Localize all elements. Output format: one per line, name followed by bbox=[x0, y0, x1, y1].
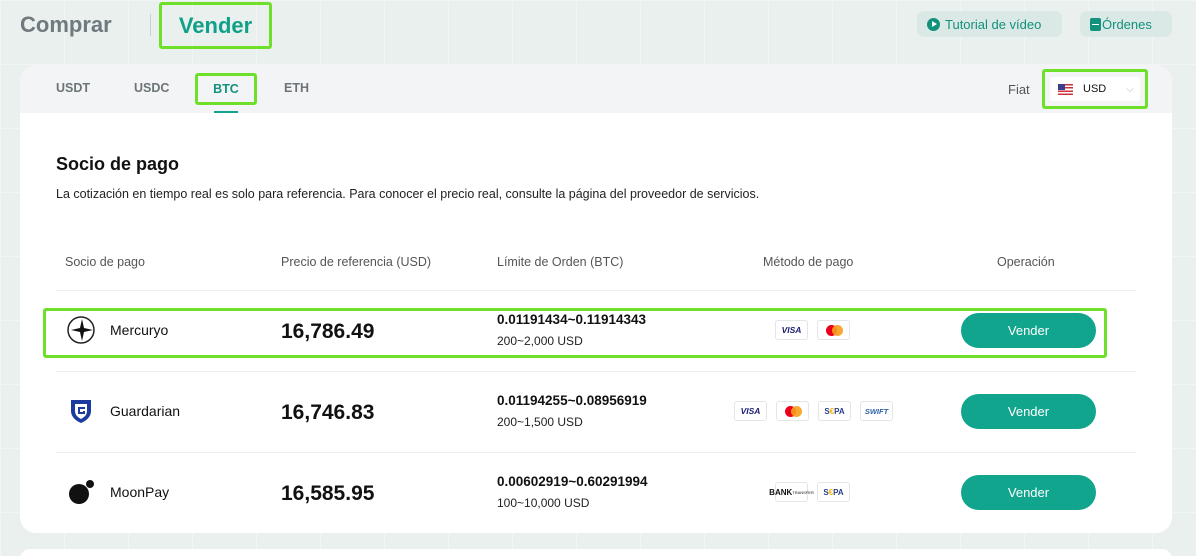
reference-price: 16,585.95 bbox=[281, 482, 375, 505]
coin-tab-bar: USDT USDC BTC ETH Fiat USD ⌵ bbox=[20, 65, 1172, 113]
video-tutorial-label: Tutorial de vídeo bbox=[945, 16, 1042, 32]
table-row: Mercuryo 16,786.49 0.01191434~0.11914343… bbox=[20, 290, 1172, 370]
partner-name: Mercuryo bbox=[110, 322, 169, 338]
orders-label: Órdenes bbox=[1102, 16, 1152, 32]
header-partner: Socio de pago bbox=[65, 255, 145, 269]
payment-methods: VISA S € PA SWIFT bbox=[734, 401, 893, 421]
fiat-label: Fiat bbox=[1008, 82, 1030, 97]
tab-usdt[interactable]: USDT bbox=[56, 81, 90, 95]
orders-button[interactable]: Órdenes bbox=[1080, 11, 1172, 37]
tab-divider bbox=[150, 14, 151, 36]
payment-methods: BANK TRANSFER S € PA bbox=[769, 482, 850, 502]
guardarian-logo-icon bbox=[71, 400, 91, 423]
tab-eth[interactable]: ETH bbox=[284, 81, 309, 95]
sell-button[interactable]: Vender bbox=[961, 313, 1096, 348]
bank-transfer-icon: BANK TRANSFER bbox=[769, 482, 814, 502]
swift-icon: SWIFT bbox=[860, 401, 893, 421]
section-description: La cotización en tiempo real es solo par… bbox=[56, 187, 760, 201]
header-limit: Límite de Orden (BTC) bbox=[497, 255, 624, 269]
active-tab-indicator bbox=[214, 111, 238, 113]
limit-range: 0.00602919~0.60291994 bbox=[497, 474, 648, 489]
orders-icon bbox=[1090, 17, 1101, 31]
tab-usdc[interactable]: USDC bbox=[134, 81, 169, 95]
mastercard-icon bbox=[817, 320, 850, 340]
tab-btc[interactable]: BTC bbox=[195, 73, 257, 105]
partner-name: MoonPay bbox=[110, 484, 170, 500]
visa-icon: VISA bbox=[775, 320, 808, 340]
chevron-down-icon: ⌵ bbox=[1126, 83, 1134, 95]
payment-partners-card: USDT USDC BTC ETH Fiat USD ⌵ Socio de pa… bbox=[20, 65, 1172, 533]
section-title: Socio de pago bbox=[56, 154, 180, 174]
limit-range: 0.01191434~0.11914343 bbox=[497, 312, 647, 327]
mercuryo-logo-icon bbox=[67, 316, 95, 344]
us-flag-icon bbox=[1058, 83, 1073, 95]
tab-buy[interactable]: Comprar bbox=[20, 12, 112, 38]
fiat-select[interactable]: USD ⌵ bbox=[1042, 69, 1148, 109]
limit-range: 0.01194255~0.08956919 bbox=[497, 393, 647, 408]
reference-price: 16,786.49 bbox=[281, 320, 375, 343]
fiat-value: USD bbox=[1083, 83, 1107, 95]
payment-methods: VISA bbox=[775, 320, 850, 340]
sell-button[interactable]: Vender bbox=[961, 475, 1096, 510]
moonpay-logo-icon bbox=[69, 480, 94, 504]
play-icon bbox=[927, 17, 940, 31]
header-method: Método de pago bbox=[763, 255, 854, 269]
partner-name: Guardarian bbox=[110, 403, 181, 419]
sell-button[interactable]: Vender bbox=[961, 394, 1096, 429]
video-tutorial-button[interactable]: Tutorial de vídeo bbox=[917, 11, 1062, 37]
reference-price: 16,746.83 bbox=[281, 401, 375, 424]
limit-fiat: 200~1,500 USD bbox=[497, 415, 583, 429]
tab-sell[interactable]: Vender bbox=[159, 2, 272, 49]
sepa-icon: S € PA bbox=[817, 482, 850, 502]
table-row: MoonPay 16,585.95 0.00602919~0.60291994 … bbox=[20, 452, 1172, 532]
limit-fiat: 100~10,000 USD bbox=[497, 496, 590, 510]
table-row: Guardarian 16,746.83 0.01194255~0.089569… bbox=[20, 371, 1172, 451]
next-card-edge bbox=[20, 549, 1172, 556]
limit-fiat: 200~2,000 USD bbox=[497, 334, 583, 348]
mastercard-icon bbox=[776, 401, 809, 421]
visa-icon: VISA bbox=[734, 401, 767, 421]
header-operation: Operación bbox=[997, 255, 1055, 269]
header-price: Precio de referencia (USD) bbox=[281, 255, 432, 269]
sepa-icon: S € PA bbox=[818, 401, 851, 421]
